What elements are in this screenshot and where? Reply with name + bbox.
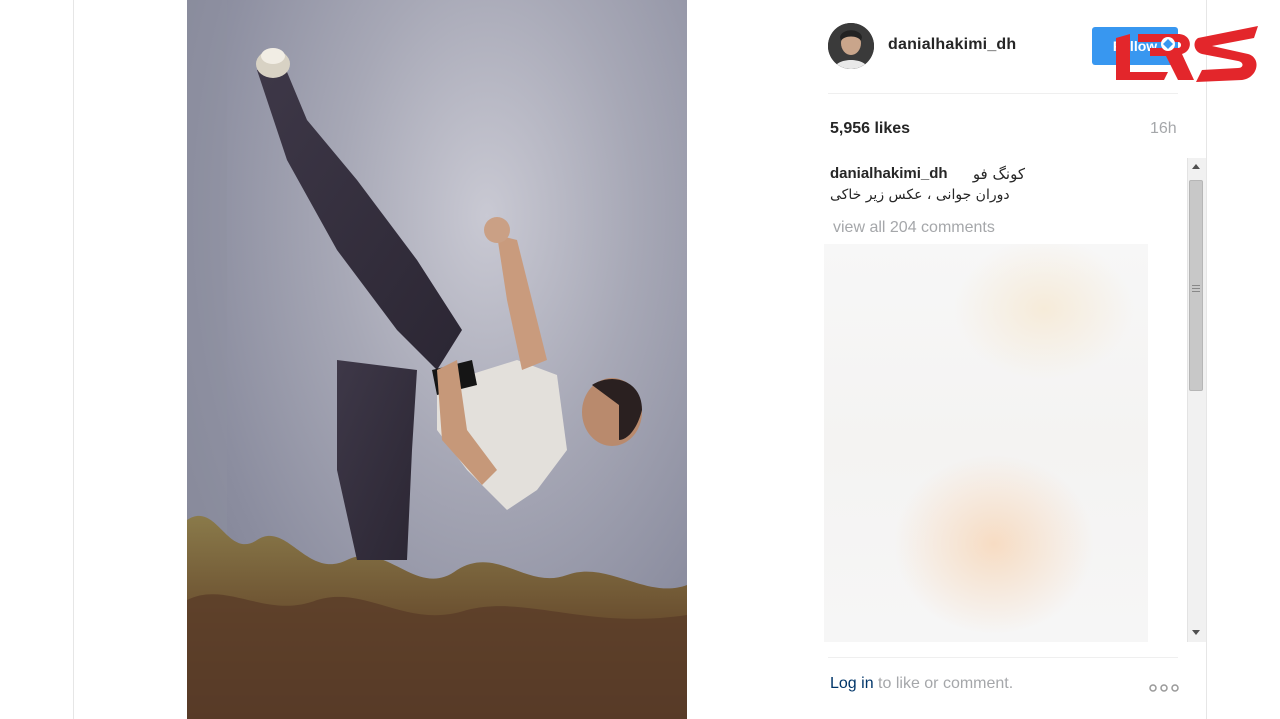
site-logo: [1108, 20, 1264, 86]
header-divider: [828, 93, 1178, 94]
page-left-border: [73, 0, 74, 719]
more-options-icon[interactable]: [1148, 680, 1180, 692]
post-username[interactable]: danialhakimi_dh: [888, 36, 1016, 54]
caption-username[interactable]: danialhakimi_dh: [830, 165, 948, 182]
chevron-down-icon[interactable]: [1187, 623, 1205, 641]
caption-text-line2: دوران جوانی ، عکس زیر خاکی: [830, 187, 1010, 203]
avatar[interactable]: [828, 23, 874, 69]
post-photo: [187, 0, 687, 719]
page-right-border: [1206, 0, 1207, 719]
login-prompt: Log in to like or comment.: [830, 675, 1013, 693]
footer-divider: [828, 657, 1178, 658]
likes-count[interactable]: 5,956 likes: [830, 120, 910, 138]
caption-text-line1: کونگ فو: [972, 165, 1025, 183]
login-prompt-rest: to like or comment.: [873, 675, 1014, 692]
chevron-up-icon[interactable]: [1187, 158, 1205, 176]
login-link[interactable]: Log in: [830, 675, 874, 692]
view-all-comments-link[interactable]: view all 204 comments: [833, 219, 995, 237]
blurred-comments: [824, 244, 1148, 642]
grip-icon: [1192, 281, 1200, 292]
post-time[interactable]: 16h: [1150, 120, 1177, 138]
